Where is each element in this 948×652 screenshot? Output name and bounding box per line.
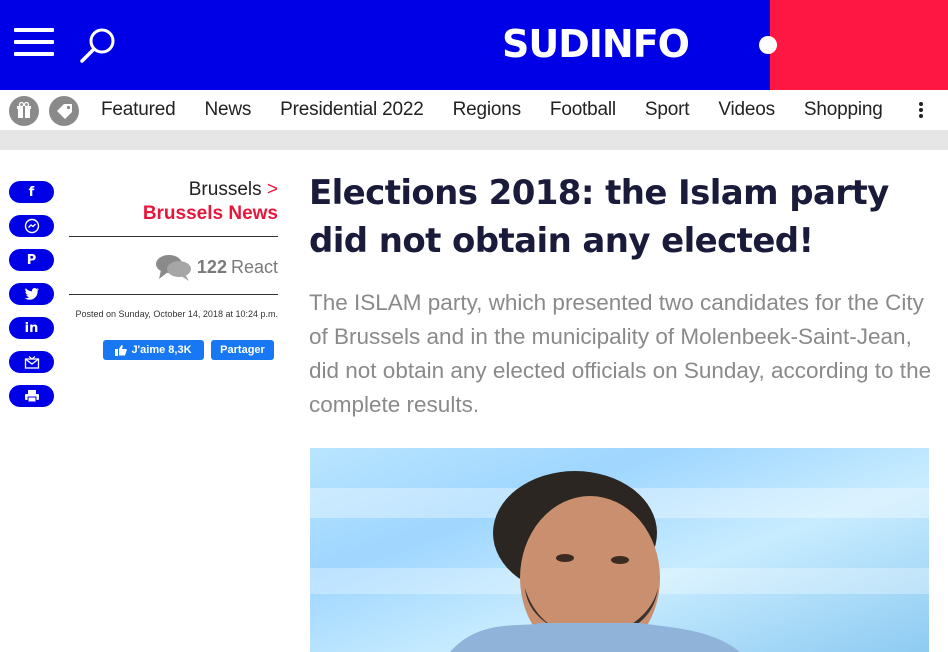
nav-item-presidential-2022[interactable]: Presidential 2022	[280, 99, 424, 121]
article-photo[interactable]	[310, 448, 929, 652]
header-red-block	[770, 0, 948, 90]
nav-item-videos[interactable]: Videos	[718, 99, 775, 121]
facebook-buttons: J'aime 8,3K Partager	[103, 340, 274, 360]
linkedin-icon[interactable]: in	[9, 317, 54, 339]
nav-item-football[interactable]: Football	[550, 99, 616, 121]
article-headline: Elections 2018: the Islam party did not …	[309, 173, 889, 261]
hamburger-menu-icon[interactable]	[14, 28, 54, 60]
react-link[interactable]: 122 React	[151, 251, 278, 283]
person-photo	[450, 471, 740, 652]
nav-divider-band	[0, 130, 948, 150]
nav-item-regions[interactable]: Regions	[453, 99, 522, 121]
kebab-menu-icon[interactable]	[916, 102, 926, 120]
breadcrumb-current[interactable]: Brussels News	[69, 202, 278, 226]
facebook-like-label: J'aime 8,3K	[131, 344, 192, 356]
article-meta: Brussels > Brussels News 122 React Poste…	[69, 178, 278, 360]
nav-item-shopping[interactable]: Shopping	[804, 99, 883, 121]
article-lead: The ISLAM party, which presented two can…	[309, 290, 932, 417]
logo-dot	[759, 36, 777, 54]
nav-item-sport[interactable]: Sport	[645, 99, 690, 121]
breadcrumb-arrow: >	[266, 179, 278, 200]
meta-divider	[69, 236, 278, 237]
react-label: React	[230, 256, 278, 277]
share-bar: f P in	[9, 181, 55, 419]
search-icon[interactable]	[78, 26, 118, 66]
twitter-icon[interactable]	[9, 283, 54, 305]
main-nav: Featured News Presidential 2022 Regions …	[0, 90, 948, 130]
email-icon[interactable]	[9, 351, 54, 373]
thumbs-up-icon	[115, 344, 128, 356]
pinterest-icon[interactable]: P	[9, 249, 54, 271]
facebook-like-button[interactable]: J'aime 8,3K	[103, 340, 204, 360]
print-icon[interactable]	[9, 385, 54, 407]
messenger-icon[interactable]	[9, 215, 54, 237]
nav-item-featured[interactable]: Featured	[101, 99, 176, 121]
nav-item-news[interactable]: News	[204, 99, 251, 121]
site-header: SUDINFO	[0, 0, 948, 90]
breadcrumb-parent[interactable]: Brussels	[189, 179, 262, 200]
tag-icon[interactable]	[49, 96, 79, 126]
breadcrumb: Brussels >	[69, 178, 278, 202]
facebook-icon[interactable]: f	[9, 181, 54, 203]
gift-icon[interactable]	[9, 96, 39, 126]
meta-divider-2	[69, 294, 278, 295]
nav-items: Featured News Presidential 2022 Regions …	[101, 90, 912, 130]
site-logo[interactable]: SUDINFO	[502, 22, 690, 66]
facebook-share-button[interactable]: Partager	[211, 340, 274, 360]
react-count: 122	[196, 256, 227, 277]
posted-date: Posted on Sunday, October 14, 2018 at 10…	[75, 309, 278, 319]
comments-icon	[155, 255, 191, 281]
